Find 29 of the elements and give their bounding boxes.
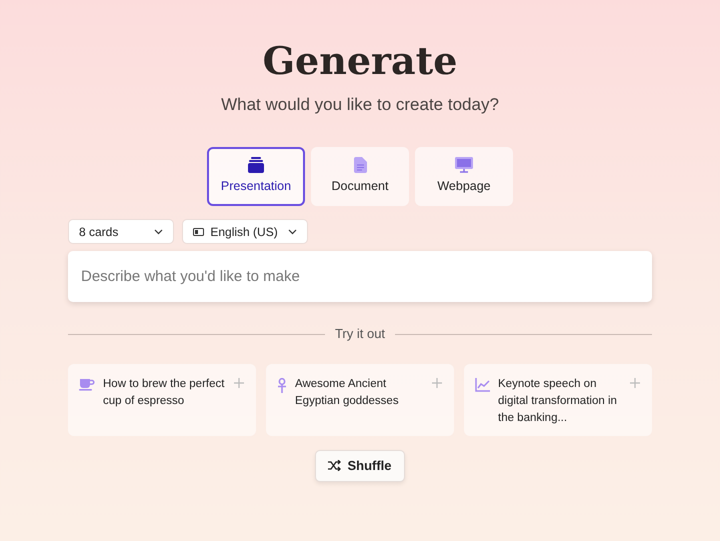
ankh-icon bbox=[277, 378, 287, 393]
format-tab[interactable]: Webpage bbox=[415, 147, 513, 206]
suggestion-text: Awesome Ancient Egyptian goddesses bbox=[295, 376, 400, 409]
format-tab[interactable]: Document bbox=[311, 147, 409, 206]
plus-icon[interactable] bbox=[630, 378, 640, 388]
plus-icon[interactable] bbox=[234, 378, 244, 388]
plus-icon[interactable] bbox=[432, 378, 442, 388]
suggestion-text: Keynote speech on digital transformation in the banking... bbox=[498, 376, 618, 426]
line-chart-icon bbox=[475, 378, 490, 392]
language-icon bbox=[193, 228, 204, 236]
subtitle: What would you like to create today? bbox=[220, 94, 500, 116]
suggestion-text: How to brew the perfect cup of espresso bbox=[103, 376, 226, 409]
cup-icon bbox=[79, 378, 95, 391]
card-count-dropdown[interactable]: 8 cards bbox=[68, 219, 174, 244]
monitor-icon bbox=[455, 157, 473, 174]
suggestion-card[interactable]: Awesome Ancient Egyptian goddesses bbox=[266, 364, 454, 436]
suggestion-card[interactable]: Keynote speech on digital transformation in the banking... bbox=[464, 364, 652, 436]
chevron-down-icon bbox=[288, 228, 297, 235]
slides-icon bbox=[247, 157, 265, 174]
prompt-field[interactable]: Describe what you'd like to make bbox=[68, 251, 652, 302]
document-icon bbox=[354, 157, 366, 174]
language-dropdown[interactable]: English (US) bbox=[182, 219, 308, 244]
format-tab[interactable]: Presentation bbox=[207, 147, 305, 206]
page-title: Generate bbox=[262, 40, 458, 82]
suggestion-card[interactable]: How to brew the perfect cup of espresso bbox=[68, 364, 256, 436]
shuffle-icon bbox=[328, 460, 342, 472]
chevron-down-icon bbox=[154, 228, 164, 235]
shuffle-button[interactable]: Shuffle bbox=[315, 450, 405, 482]
divider-label: Try it out bbox=[334, 325, 386, 344]
